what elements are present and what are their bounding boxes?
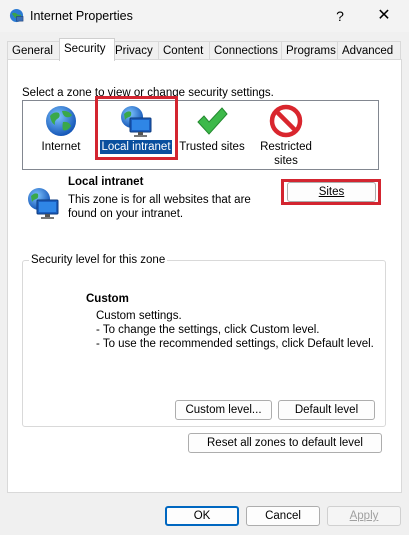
tab-label: General bbox=[12, 45, 53, 57]
tab-label: Security bbox=[64, 43, 106, 55]
intranet-icon bbox=[28, 188, 59, 219]
annotation-highlight-local-intranet bbox=[95, 96, 178, 160]
apply-button[interactable]: Apply bbox=[327, 506, 401, 526]
security-level-description-line: Custom settings. bbox=[96, 310, 182, 322]
tab-security[interactable]: Security bbox=[59, 38, 115, 61]
zone-internet[interactable]: Internet bbox=[24, 104, 98, 154]
default-level-button[interactable]: Default level bbox=[278, 400, 375, 420]
tab-connections[interactable]: Connections bbox=[209, 41, 286, 60]
internet-properties-icon bbox=[9, 8, 24, 23]
zone-detail-description: This zone is for all websites that are f… bbox=[68, 193, 268, 221]
zone-restricted-sites[interactable]: Restricted sites bbox=[249, 104, 323, 168]
security-level-description-line: - To use the recommended settings, click… bbox=[96, 338, 374, 350]
zone-trusted-sites[interactable]: Trusted sites bbox=[175, 104, 249, 154]
tab-privacy[interactable]: Privacy bbox=[110, 41, 163, 60]
tab-programs[interactable]: Programs bbox=[281, 41, 342, 60]
tab-label: Content bbox=[163, 45, 204, 57]
tab-label: Connections bbox=[214, 45, 278, 57]
ok-button[interactable]: OK bbox=[165, 506, 239, 526]
help-button[interactable]: ? bbox=[330, 5, 350, 27]
custom-level-button[interactable]: Custom level... bbox=[175, 400, 272, 420]
zone-label: Restricted sites bbox=[259, 140, 313, 168]
reset-all-zones-button[interactable]: Reset all zones to default level bbox=[188, 433, 382, 453]
security-level-description: Custom settings. - To change the setting… bbox=[96, 309, 374, 351]
zone-label-line: sites bbox=[274, 155, 298, 167]
window-title: Internet Properties bbox=[30, 9, 133, 23]
security-level-title: Custom bbox=[86, 293, 129, 305]
zone-label-line: Restricted bbox=[260, 141, 312, 153]
tab-advanced[interactable]: Advanced bbox=[337, 41, 401, 60]
cancel-button[interactable]: Cancel bbox=[246, 506, 320, 526]
tab-content[interactable]: Content bbox=[158, 41, 214, 60]
zone-detail-description-line: This zone is for all websites that are bbox=[68, 194, 251, 206]
globe-icon bbox=[46, 106, 76, 136]
tab-label: Privacy bbox=[115, 45, 153, 57]
zone-label: Trusted sites bbox=[179, 141, 245, 153]
zone-detail-title: Local intranet bbox=[68, 176, 144, 188]
tab-label: Advanced bbox=[342, 45, 394, 57]
zone-label: Internet bbox=[41, 141, 81, 153]
apply-button-label: Apply bbox=[349, 510, 379, 522]
security-level-description-line: - To change the settings, click Custom l… bbox=[96, 324, 320, 336]
zone-detail-description-line: found on your intranet. bbox=[68, 208, 184, 220]
restricted-icon bbox=[269, 104, 303, 138]
title-bar: Internet Properties ? ✕ bbox=[0, 0, 409, 32]
close-button[interactable]: ✕ bbox=[372, 5, 396, 27]
annotation-highlight-sites bbox=[281, 179, 381, 205]
checkmark-icon bbox=[197, 107, 228, 135]
tab-general[interactable]: General bbox=[7, 41, 64, 60]
security-level-legend: Security level for this zone bbox=[29, 254, 168, 266]
tab-label: Programs bbox=[286, 45, 336, 57]
internet-properties-dialog: Internet Properties ? ✕ General Security… bbox=[0, 0, 409, 535]
